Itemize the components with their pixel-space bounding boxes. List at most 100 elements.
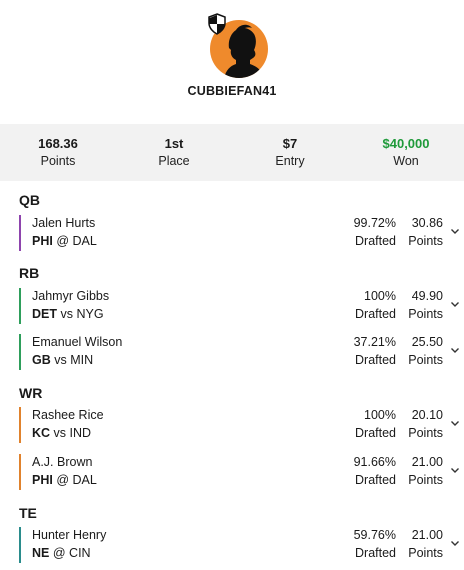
drafted-value: 100%	[364, 408, 396, 422]
opponent: MIN	[70, 353, 94, 367]
stat-points: 168.36 Points	[0, 124, 116, 181]
points-label: Points	[408, 234, 443, 248]
stat-entry-label: Entry	[275, 154, 305, 168]
drafted-stat: 59.76% Drafted	[354, 526, 396, 562]
points-stat: 21.00 Points	[408, 526, 443, 562]
points-stat: 49.90 Points	[408, 287, 443, 323]
stat-entry: $7 Entry	[232, 124, 348, 181]
profile-header: CUBBIEFAN41	[0, 0, 464, 124]
points-label: Points	[408, 353, 443, 367]
drafted-label: Drafted	[355, 307, 396, 321]
player-matchup: PHI @ DAL	[32, 232, 97, 250]
player-team: PHI	[32, 234, 53, 248]
drafted-label: Drafted	[355, 473, 396, 487]
position-color-bar	[19, 407, 21, 443]
opponent: NYG	[76, 307, 104, 321]
stat-place: 1st Place	[116, 124, 232, 181]
stat-points-value: 168.36	[38, 136, 78, 151]
stat-won-label: Won	[393, 154, 419, 168]
chevron-down-icon[interactable]	[450, 299, 460, 309]
player-name: Rashee Rice	[32, 408, 104, 422]
chevron-down-icon[interactable]	[450, 465, 460, 475]
position-label-te: TE	[19, 505, 37, 521]
drafted-stat: 100% Drafted	[355, 406, 396, 442]
stat-entry-value: $7	[282, 136, 298, 151]
points-label: Points	[408, 546, 443, 560]
position-color-bar	[19, 215, 21, 251]
drafted-value: 91.66%	[353, 455, 396, 469]
position-color-bar	[19, 527, 21, 563]
username: CUBBIEFAN41	[187, 84, 277, 98]
player-row[interactable]: A.J. Brown PHI @ DAL 91.66% Drafted 21.00…	[19, 453, 464, 493]
drafted-value: 59.76%	[353, 528, 396, 542]
drafted-label: Drafted	[355, 353, 396, 367]
position-color-bar	[19, 288, 21, 324]
points-value: 21.00	[411, 455, 443, 469]
stats-bar: 168.36 Points 1st Place $7 Entry $40,000…	[0, 124, 464, 181]
stat-place-value: 1st	[164, 136, 184, 151]
drafted-label: Drafted	[355, 234, 396, 248]
player-name: Jalen Hurts	[32, 216, 96, 230]
player-matchup: KC vs IND	[32, 424, 91, 442]
drafted-value: 100%	[364, 289, 396, 303]
opponent: DAL	[72, 473, 97, 487]
matchup-separator: @	[56, 473, 70, 487]
player-name: A.J. Brown	[32, 455, 93, 469]
player-team: GB	[32, 353, 51, 367]
player-row[interactable]: Jahmyr Gibbs DET vs NYG 100% Drafted 49.9…	[19, 287, 464, 327]
player-matchup: GB vs MIN	[32, 351, 93, 369]
opponent: DAL	[72, 234, 97, 248]
matchup-separator: @	[56, 234, 70, 248]
chevron-down-icon[interactable]	[450, 345, 460, 355]
position-color-bar	[19, 454, 21, 490]
player-row[interactable]: Rashee Rice KC vs IND 100% Drafted 20.10 P…	[19, 406, 464, 446]
player-team: KC	[32, 426, 51, 440]
shield-icon	[208, 13, 226, 35]
player-matchup: DET vs NYG	[32, 305, 104, 323]
position-label-wr: WR	[19, 385, 43, 401]
matchup-separator: vs	[53, 426, 67, 440]
player-matchup: PHI @ DAL	[32, 471, 97, 489]
points-label: Points	[408, 426, 443, 440]
stat-place-label: Place	[158, 154, 190, 168]
player-matchup: NE @ CIN	[32, 544, 91, 562]
points-value: 49.90	[411, 289, 443, 303]
player-team: NE	[32, 546, 50, 560]
opponent: IND	[69, 426, 92, 440]
points-label: Points	[408, 473, 443, 487]
chevron-down-icon[interactable]	[450, 538, 460, 548]
position-label-rb: RB	[19, 265, 40, 281]
drafted-stat: 37.21% Drafted	[354, 333, 396, 369]
position-label-qb: QB	[19, 192, 40, 208]
points-label: Points	[408, 307, 443, 321]
drafted-stat: 91.66% Drafted	[354, 453, 396, 489]
points-value: 20.10	[411, 408, 443, 422]
points-value: 30.86	[411, 216, 443, 230]
drafted-label: Drafted	[355, 546, 396, 560]
drafted-stat: 99.72% Drafted	[354, 214, 396, 250]
chevron-down-icon[interactable]	[450, 418, 460, 428]
matchup-separator: vs	[54, 353, 67, 367]
drafted-value: 37.21%	[353, 335, 396, 349]
player-row[interactable]: Jalen Hurts PHI @ DAL 99.72% Drafted 30.8…	[19, 214, 464, 254]
points-stat: 21.00 Points	[408, 453, 443, 489]
position-color-bar	[19, 334, 21, 370]
opponent: CIN	[69, 546, 91, 560]
points-stat: 30.86 Points	[408, 214, 443, 250]
chevron-down-icon[interactable]	[450, 226, 460, 236]
player-name: Emanuel Wilson	[32, 335, 123, 349]
player-team: DET	[32, 307, 57, 321]
stat-won-value: $40,000	[382, 136, 430, 151]
points-value: 25.50	[411, 335, 443, 349]
matchup-separator: vs	[60, 307, 73, 321]
player-team: PHI	[32, 473, 53, 487]
points-stat: 25.50 Points	[408, 333, 443, 369]
drafted-value: 99.72%	[353, 216, 396, 230]
points-stat: 20.10 Points	[408, 406, 443, 442]
player-row[interactable]: Emanuel Wilson GB vs MIN 37.21% Drafted 2…	[19, 333, 464, 373]
player-row[interactable]: Hunter Henry NE @ CIN 59.76% Drafted 21.0…	[19, 526, 464, 566]
stat-won: $40,000 Won	[348, 124, 464, 181]
avatar[interactable]	[208, 13, 269, 78]
drafted-stat: 100% Drafted	[355, 287, 396, 323]
drafted-label: Drafted	[355, 426, 396, 440]
